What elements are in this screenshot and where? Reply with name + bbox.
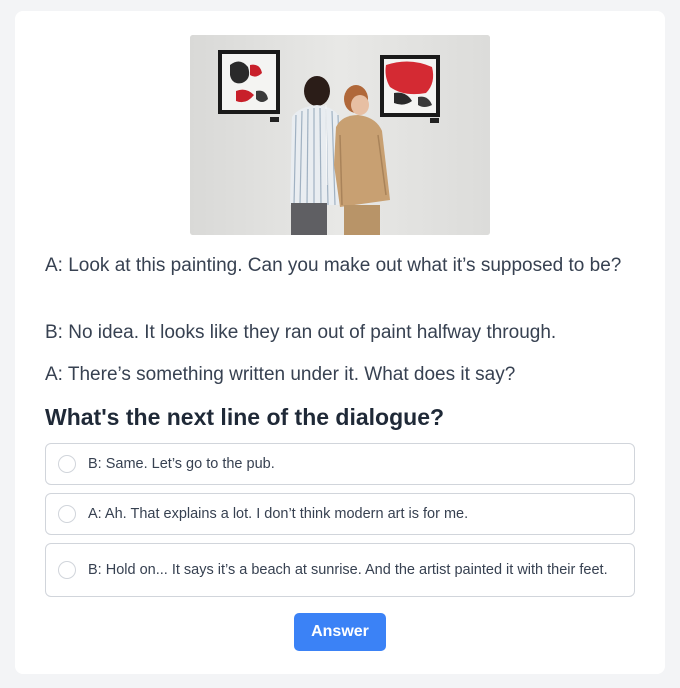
dialogue-line-1: A: Look at this painting. Can you make o… xyxy=(45,255,622,276)
option-label: A: Ah. That explains a lot. I don’t thin… xyxy=(88,506,469,522)
dialogue-line-3: A: There’s something written under it. W… xyxy=(45,364,516,385)
quiz-card: A: Look at this painting. Can you make o… xyxy=(15,11,665,674)
radio-button[interactable] xyxy=(58,505,76,523)
dialogue-line-2: B: No idea. It looks like they ran out o… xyxy=(45,322,557,343)
option-label: B: Same. Let’s go to the pub. xyxy=(88,456,275,472)
question-heading: What's the next line of the dialogue? xyxy=(45,404,445,430)
option-label: B: Hold on... It says it’s a beach at su… xyxy=(88,562,608,578)
answer-option-1[interactable]: B: Same. Let’s go to the pub. xyxy=(45,443,635,485)
answer-option-3[interactable]: B: Hold on... It says it’s a beach at su… xyxy=(45,543,635,597)
gallery-photo xyxy=(190,35,490,235)
radio-button[interactable] xyxy=(58,561,76,579)
answer-button[interactable]: Answer xyxy=(294,613,386,651)
radio-button[interactable] xyxy=(58,455,76,473)
answer-option-2[interactable]: A: Ah. That explains a lot. I don’t thin… xyxy=(45,493,635,535)
